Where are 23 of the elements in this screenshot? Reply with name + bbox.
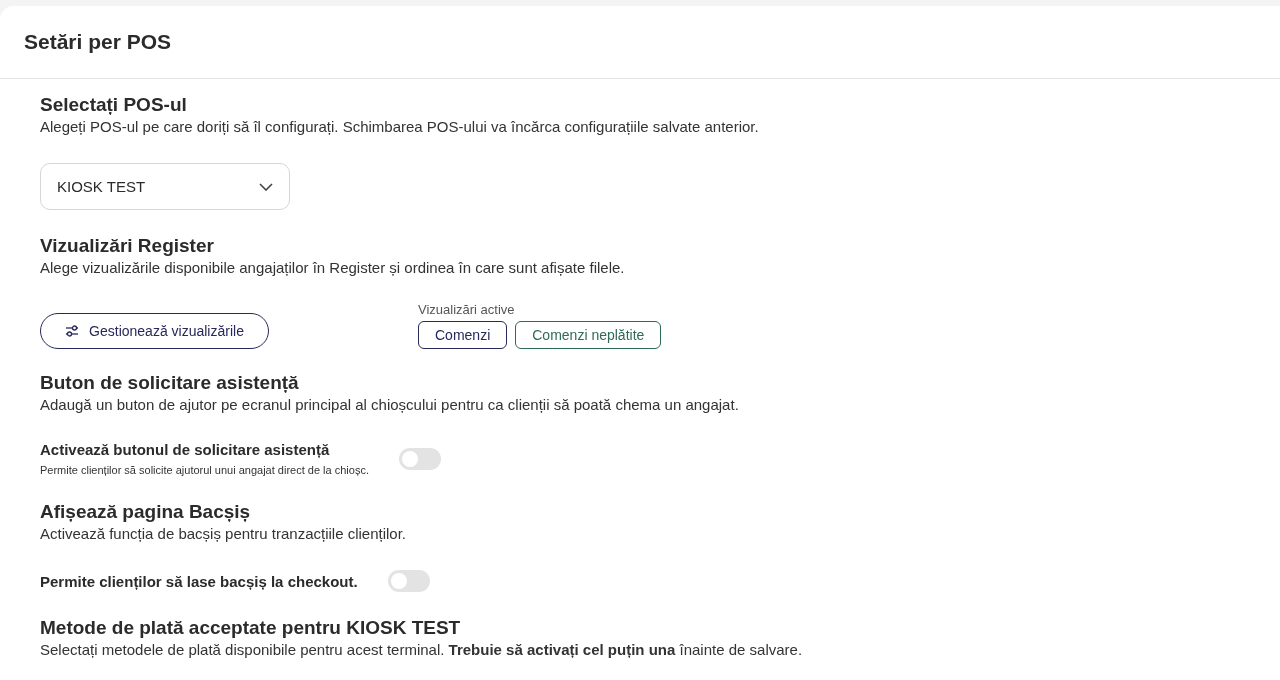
section-description: Adaugă un buton de ajutor pe ecranul principal al chioșcului pentru ca clienții să poată chema un angajat.	[40, 395, 740, 415]
view-tag: Comenzi neplătite	[515, 321, 662, 349]
toggle-switch[interactable]	[387, 570, 430, 592]
section-title: Metode de plată acceptate pentru KIOSK TEST	[40, 616, 462, 640]
section-description: Selectați metodele de plată disponibile pentru acest terminal. Trebuie să activați cel puțin una înainte de salvare.	[40, 640, 804, 660]
setting-hint: Permite clienților să solicite ajutorul unui angajat direct de la chioșc.	[40, 464, 369, 476]
section-title: Afișează pagina Bacșiș	[40, 500, 252, 524]
section-title: Vizualizări Register	[40, 234, 215, 258]
view-tag: Comenzi	[418, 321, 508, 349]
active-views-label: Vizualizări active	[418, 302, 516, 317]
section-description: Alege vizualizările disponibile angajaților în Register și ordinea în care sunt afișate filele.	[40, 258, 626, 278]
section-description: Activează funcția de bacșiș pentru tranzacțiile clienților.	[40, 524, 408, 544]
page-title: Setări per POS	[24, 30, 172, 54]
setting-label: Activează butonul de solicitare asistență	[40, 441, 331, 458]
section-description: Alegeți POS-ul pe care doriți să îl configurați. Schimbarea POS-ului va încărca configurațiile salvate anterior.	[40, 117, 760, 137]
section-title: Buton de solicitare asistență	[40, 371, 300, 395]
manage-views-button[interactable]: Gestionează vizualizările	[40, 313, 269, 349]
chevron-down-icon	[259, 182, 273, 191]
pos-select[interactable]: KIOSK TEST	[40, 163, 290, 210]
toggle-switch[interactable]	[398, 447, 441, 470]
section-title: Selectați POS-ul	[40, 93, 188, 117]
setting-label: Permite clienților să lase bacșiș la checkout.	[40, 572, 358, 590]
sliders-icon	[65, 324, 80, 338]
